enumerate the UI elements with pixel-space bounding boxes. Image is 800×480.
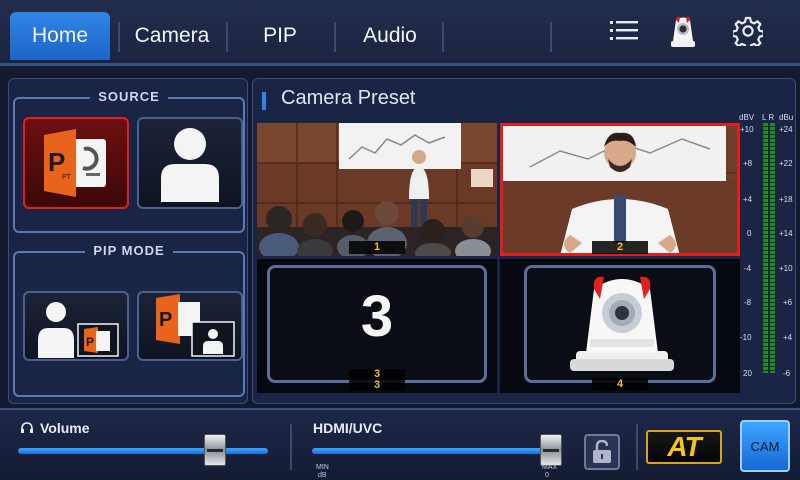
lock-button[interactable] — [584, 434, 620, 470]
preset-3-number: 3 — [360, 284, 394, 349]
vu-dbu-tick: +10 — [779, 264, 793, 273]
at-button[interactable]: AT — [646, 430, 722, 464]
vu-dbv-tick: +8 — [743, 159, 753, 168]
bottom-divider — [290, 424, 292, 470]
hdmi-uvc-slider-track[interactable] — [312, 448, 562, 454]
preset-2-button[interactable]: 2 — [500, 123, 740, 256]
tab-camera[interactable]: Camera — [122, 12, 222, 60]
person-with-ppt-icon: P — [38, 302, 119, 358]
ptz-camera-icon — [570, 276, 674, 371]
pip-mode-title: PIP MODE — [15, 243, 243, 258]
vu-dbu-tick: +22 — [779, 159, 793, 168]
tab-pip[interactable]: PIP — [230, 12, 330, 60]
volume-label: Volume — [40, 420, 90, 436]
left-control-panel: SOURCE P PT PIP MODE P P — [8, 78, 248, 404]
powerpoint-icon: P PT — [44, 129, 106, 197]
hdmi-uvc-slider-thumb[interactable] — [540, 434, 562, 466]
preset-2-label: 2 — [592, 241, 648, 254]
svg-text:PT: PT — [62, 174, 72, 181]
ppt-with-person-icon: P — [156, 294, 235, 357]
db-label: dB — [318, 472, 327, 479]
svg-text:P: P — [159, 309, 172, 331]
hdmi-uvc-label: HDMI/UVC — [313, 420, 383, 436]
preset-1-thumbnail — [257, 123, 497, 256]
vu-dbu-tick: +14 — [779, 229, 793, 238]
tab-audio-label: Audio — [363, 24, 417, 47]
tab-divider — [118, 22, 120, 52]
preset-3-button[interactable]: 3 33 — [257, 259, 497, 393]
headphones-icon — [21, 422, 33, 433]
preset-2-thumbnail — [500, 123, 740, 256]
volume-slider-thumb[interactable] — [203, 434, 226, 466]
pip-mode-group: PIP MODE P P — [13, 243, 245, 397]
vu-dbu-tick: +4 — [783, 333, 793, 342]
tab-divider — [442, 22, 444, 52]
source-person-button[interactable] — [137, 117, 243, 209]
preset-3-label: 33 — [349, 369, 405, 391]
preset-4-button[interactable]: 4 — [500, 259, 740, 393]
tab-camera-label: Camera — [134, 24, 210, 47]
vu-meter: dBV L R dBu +10 +8 +4 0 -4 -8 -10 20 +24… — [739, 111, 797, 401]
source-group: SOURCE P PT — [13, 89, 245, 233]
pip-ppt-person-button[interactable]: P — [137, 291, 243, 361]
vu-dbu-tick: -6 — [783, 369, 791, 378]
vu-dbv-tick: +4 — [743, 195, 753, 204]
person-icon — [161, 128, 219, 202]
list-icon[interactable] — [604, 12, 644, 50]
tab-divider — [550, 22, 552, 52]
source-title: SOURCE — [15, 89, 243, 104]
preset-4-label: 4 — [592, 378, 648, 391]
vu-dbv-tick: -8 — [744, 298, 752, 307]
vu-channel-header: L R — [762, 113, 775, 122]
source-ppt-button[interactable]: P PT — [23, 117, 129, 209]
vu-dbu-tick: +24 — [779, 125, 793, 134]
vu-dbv-tick: -10 — [740, 333, 752, 342]
vu-dbv-tick: -4 — [744, 264, 752, 273]
pip-person-ppt-button[interactable]: P — [23, 291, 129, 361]
camera-preset-panel: Camera Preset 1 2 3 3 3 4 dBV L R dBu +1… — [252, 78, 796, 404]
unlock-icon — [593, 440, 611, 463]
vu-left-channel-bar — [763, 123, 768, 373]
vu-dbv-header: dBV — [739, 113, 755, 122]
tab-audio[interactable]: Audio — [338, 12, 442, 60]
tab-home-label: Home — [31, 24, 89, 47]
max-label: MAX — [542, 464, 558, 471]
title-accent-bar — [262, 92, 266, 110]
volume-slider-track[interactable] — [18, 448, 268, 454]
vu-dbv-tick: 20 — [743, 369, 752, 378]
tab-home[interactable]: Home — [10, 12, 110, 60]
tab-divider — [334, 22, 336, 52]
svg-text:P: P — [48, 147, 65, 177]
zero-label: 0 — [545, 472, 549, 479]
vu-dbu-tick: +18 — [779, 195, 793, 204]
preset-1-label: 1 — [349, 241, 405, 254]
bottom-divider — [636, 424, 638, 470]
cam-button[interactable]: CAM — [740, 420, 790, 472]
tab-divider — [226, 22, 228, 52]
vu-right-channel-bar — [770, 123, 775, 373]
volume-heading: Volume — [20, 420, 90, 436]
bottom-control-bar: Volume HDMI/UVC MIN dB MAX 0 AT CAM — [0, 408, 800, 480]
tab-pip-label: PIP — [263, 24, 297, 47]
vu-dbu-header: dBu — [779, 113, 794, 122]
ptz-camera-icon[interactable] — [663, 12, 703, 50]
vu-dbu-tick: +6 — [783, 298, 793, 307]
svg-text:P: P — [86, 335, 94, 349]
preset-1-button[interactable]: 1 — [257, 123, 497, 256]
vu-dbv-tick: 0 — [747, 229, 752, 238]
top-nav-bar: Home Camera PIP Audio — [0, 0, 800, 66]
vu-dbv-tick: +10 — [740, 125, 754, 134]
camera-preset-title: Camera Preset — [281, 87, 416, 109]
gear-icon[interactable] — [728, 12, 768, 50]
cam-button-label: CAM — [750, 438, 780, 454]
min-label: MIN — [316, 464, 329, 471]
at-logo-text: AT — [667, 431, 701, 462]
